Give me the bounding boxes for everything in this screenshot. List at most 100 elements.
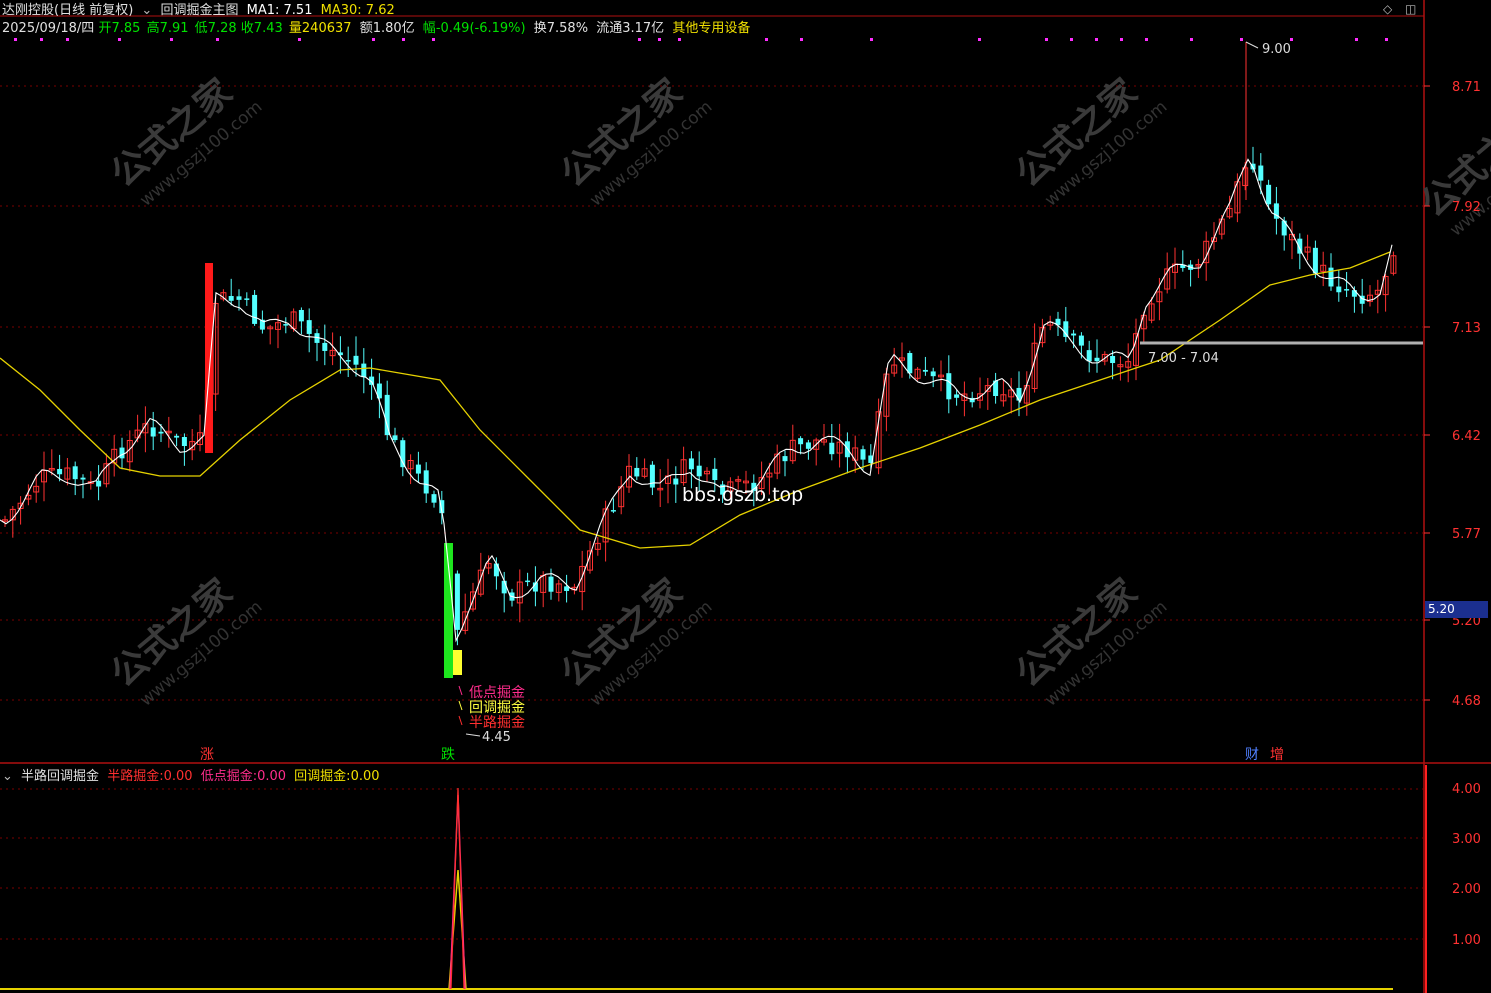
candle-body bbox=[392, 435, 398, 441]
signal-ticks bbox=[458, 685, 463, 726]
candle-body bbox=[1266, 184, 1272, 205]
mark-up: 涨 bbox=[200, 747, 214, 763]
change-label: 幅 bbox=[422, 21, 436, 36]
candle-body bbox=[860, 449, 866, 460]
watermark: 公式之家www.gszj100.com bbox=[553, 71, 716, 210]
sub-panel-dropdown-icon[interactable]: ⌄ bbox=[2, 769, 13, 784]
window-toggle-icon[interactable]: ◫ bbox=[1405, 2, 1416, 16]
candle-body bbox=[96, 480, 102, 487]
signal-dots-row bbox=[14, 38, 1388, 41]
candle-body bbox=[283, 324, 289, 326]
candle-body bbox=[423, 470, 429, 494]
url-watermark: bbs.gszb.top bbox=[682, 484, 803, 506]
stock-name[interactable]: 达刚控股(日线 前复权) bbox=[2, 3, 133, 18]
indicator-name[interactable]: 回调掘金主图 bbox=[160, 3, 238, 18]
candle-body bbox=[649, 464, 655, 488]
mark-down: 跌 bbox=[441, 747, 455, 763]
price-tick: 6.42 bbox=[1452, 429, 1481, 444]
candle-body bbox=[946, 373, 952, 400]
price-tick: 4.68 bbox=[1452, 694, 1481, 709]
candle-body bbox=[119, 447, 125, 459]
sub-panel-title[interactable]: 半路回调掘金 bbox=[21, 769, 99, 784]
open-label: 开 bbox=[98, 21, 112, 36]
candle-body bbox=[150, 427, 156, 437]
price-grid bbox=[0, 85, 1423, 940]
mark-fin: 财 bbox=[1245, 747, 1259, 763]
ma30-label: MA30: bbox=[320, 3, 362, 18]
candle-body bbox=[782, 456, 788, 462]
candle-body bbox=[80, 477, 86, 480]
watermark: 公式之家www.gszj100.com bbox=[1413, 101, 1491, 240]
candle-body bbox=[501, 580, 507, 594]
stock-chart[interactable]: 公式之家www.gszj100.com 公式之家www.gszj100.com 公式… bbox=[0, 0, 1491, 993]
low-value: 7.28 bbox=[207, 21, 237, 36]
price-tick: 7.13 bbox=[1452, 321, 1481, 336]
watermark: 公式之家www.gszj100.com bbox=[103, 571, 266, 710]
candle-body bbox=[907, 353, 913, 374]
sub-axis: 4.00 3.00 2.00 1.00 bbox=[1452, 782, 1481, 948]
candle-body bbox=[805, 442, 811, 449]
candle-body bbox=[72, 466, 78, 480]
candle-body bbox=[798, 438, 804, 445]
candle-body bbox=[1312, 247, 1318, 274]
price-tick: 5.77 bbox=[1452, 527, 1481, 542]
quote-bar: 2025/09/18/四 开7.85 高7.91 低7.28 收7.43 量24… bbox=[2, 17, 754, 36]
lowpoint-value: 0.00 bbox=[257, 769, 287, 784]
price-tick: 8.71 bbox=[1452, 80, 1481, 95]
signal-half-label: 半路掘金 bbox=[469, 715, 525, 731]
price-tick: 7.92 bbox=[1452, 200, 1481, 215]
candle-body bbox=[158, 431, 164, 434]
high-label: 9.00 bbox=[1262, 42, 1291, 57]
candle-body bbox=[454, 573, 460, 630]
watermarks: 公式之家www.gszj100.com 公式之家www.gszj100.com 公式… bbox=[103, 71, 1491, 710]
candle-body bbox=[431, 494, 437, 503]
candle-body bbox=[361, 363, 367, 378]
watermark: 公式之家www.gszj100.com bbox=[1008, 571, 1171, 710]
candle-body bbox=[634, 467, 640, 477]
volume-value: 240637 bbox=[301, 21, 352, 36]
lowpoint-label: 低点掘金: bbox=[200, 769, 258, 784]
candle-body bbox=[1258, 165, 1264, 181]
chart-header: 达刚控股(日线 前复权) ⌄ 回调掘金主图 MA1: 7.51 MA30: 7.… bbox=[2, 0, 399, 18]
mark-add: 增 bbox=[1270, 747, 1284, 763]
candle-body bbox=[1336, 286, 1342, 293]
open-value: 7.85 bbox=[111, 21, 141, 36]
signal-candle bbox=[453, 650, 462, 675]
candle-body bbox=[954, 394, 960, 398]
candle-body bbox=[181, 437, 187, 447]
current-price-tag: 5.20 bbox=[1425, 601, 1488, 618]
float-value: 3.17亿 bbox=[622, 21, 665, 36]
watermark: 公式之家www.gszj100.com bbox=[1008, 71, 1171, 210]
candle-body bbox=[829, 442, 835, 455]
candle-body bbox=[1110, 356, 1116, 364]
candle-body bbox=[244, 298, 250, 300]
low-label: 4.45 bbox=[482, 730, 511, 745]
candle-body bbox=[322, 342, 328, 351]
candle-body bbox=[1086, 350, 1092, 362]
candle-body bbox=[57, 468, 63, 475]
indicator-dropdown-icon[interactable]: ⌄ bbox=[141, 3, 152, 18]
candle-body bbox=[930, 371, 936, 377]
signal-low-label: 低点掘金 bbox=[469, 685, 525, 701]
candle-body bbox=[1078, 335, 1084, 346]
candle-body bbox=[353, 355, 359, 365]
candle-body bbox=[384, 394, 390, 436]
change-value: -0.49(-6.19%) bbox=[435, 21, 526, 36]
turnover-label: 换 bbox=[533, 21, 547, 36]
sub-tick: 4.00 bbox=[1452, 782, 1481, 797]
candle-body bbox=[1344, 289, 1350, 291]
sub-tick: 2.00 bbox=[1452, 882, 1481, 897]
high-marker-arrow bbox=[1245, 41, 1259, 49]
candle-body bbox=[548, 576, 554, 592]
candle-body bbox=[1351, 290, 1357, 297]
amount-label: 额 bbox=[359, 21, 373, 36]
candle-body bbox=[1094, 357, 1100, 362]
candle-body bbox=[688, 458, 694, 470]
candle-body bbox=[345, 360, 351, 362]
diamond-icon[interactable]: ◇ bbox=[1383, 2, 1392, 16]
candle-body bbox=[712, 468, 718, 481]
candle-body bbox=[610, 510, 616, 512]
half-value: 0.00 bbox=[163, 769, 193, 784]
sector-label[interactable]: 其他专用设备 bbox=[672, 21, 750, 36]
volume-label: 量 bbox=[288, 21, 302, 36]
